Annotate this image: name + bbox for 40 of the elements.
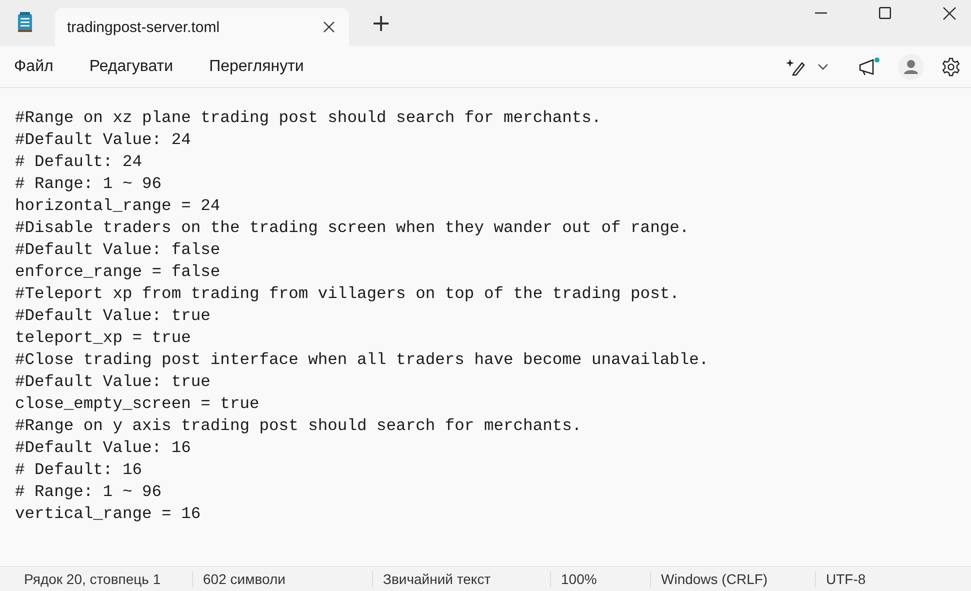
avatar-icon[interactable] [898,54,924,80]
menu-item[interactable]: Редагувати [89,58,174,76]
status-item: 602 символи [192,571,372,587]
maximize-icon[interactable] [879,7,891,19]
code-line: teleport_xp = true [15,327,192,349]
sparkle-pen-icon[interactable] [786,58,806,76]
code-line: close_empty_screen = true [15,393,260,415]
file-tab[interactable]: tradingpost-server.toml [55,8,349,46]
close-icon[interactable] [323,21,335,33]
status-item: Рядок 20, стовпець 1 [23,571,162,587]
code-line: # Range: 1 ~ 96 [15,173,163,195]
settings-icon[interactable] [941,56,961,76]
code-line: #Default Value: 24 [15,129,192,151]
code-line: # Range: 1 ~ 96 [15,481,163,503]
code-line: #Default Value: false [15,239,222,261]
code-line: horizontal_range = 24 [15,195,222,217]
code-line: enforce_range = false [15,261,222,283]
code-line: #Disable traders on the trading screen when they wander out of range. [15,217,690,239]
tab-title: tradingpost-server.toml [67,18,221,36]
status-item: UTF-8 [815,571,935,587]
status-item: Звичайний текст [372,571,550,587]
menu-item[interactable]: Переглянути [209,58,304,76]
code-line: #Range on xz plane trading post should search for merchants. [15,107,602,129]
notepad-icon [17,11,33,33]
status-item: 100% [550,571,650,587]
status-item: Windows (CRLF) [650,571,815,587]
new-tab-button[interactable]: + [363,10,400,36]
code-line: #Default Value: 16 [15,437,192,459]
code-line: #Default Value: true [15,371,212,393]
code-line: #Teleport xp from trading from villagers on top of the trading post. [15,283,680,305]
code-line: # Default: 16 [15,459,144,481]
close-icon[interactable] [943,7,956,20]
code-line: #Default Value: true [15,305,212,327]
code-line: # Default: 24 [15,151,144,173]
code-line: #Close trading post interface when all traders have become unavailable. [15,349,710,371]
code-line: vertical_range = 16 [15,503,202,525]
code-line: #Range on y axis trading post should search for merchants. [15,415,583,437]
chevron-down-icon[interactable] [818,64,828,70]
megaphone-icon[interactable] [858,56,880,76]
menu-item[interactable]: Файл [14,58,54,76]
